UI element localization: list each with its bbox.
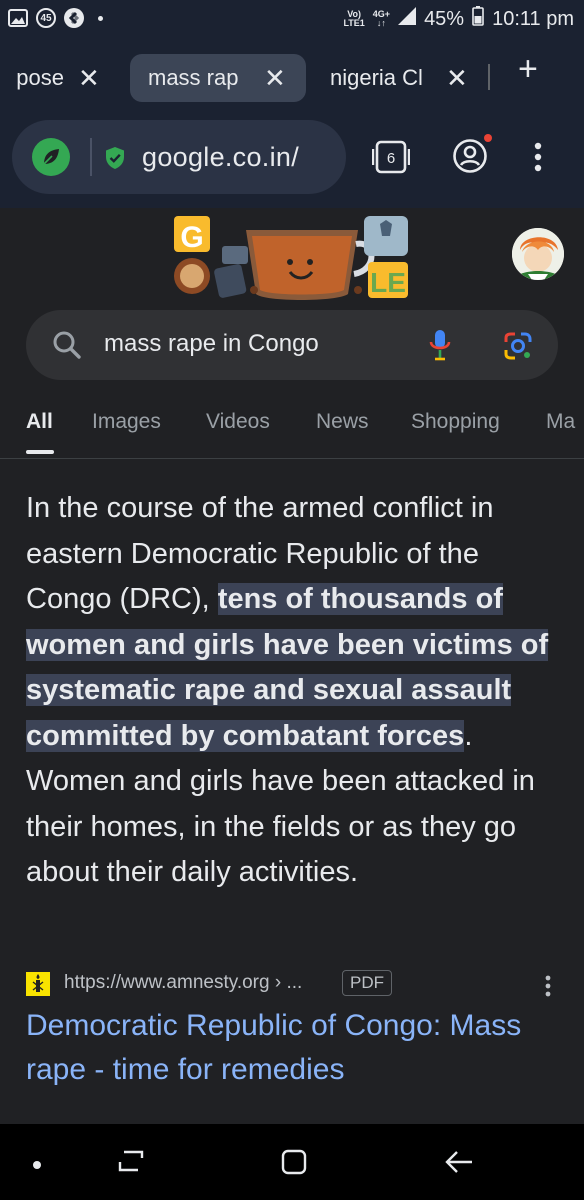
tab-videos[interactable]: Videos	[206, 410, 270, 434]
tab-divider	[488, 64, 490, 90]
system-navigation-bar	[0, 1124, 584, 1200]
active-tab-indicator	[26, 450, 54, 454]
shazam-icon	[64, 8, 84, 28]
leaf-icon[interactable]	[32, 138, 70, 176]
tab-title: nigeria Cl	[330, 65, 423, 90]
battery-icon	[472, 6, 484, 32]
notification-dot	[98, 15, 103, 21]
tab-shopping[interactable]: Shopping	[411, 410, 500, 434]
tab-count: 6	[387, 150, 395, 167]
pdf-badge: PDF	[342, 970, 392, 996]
tab-title: mass rap	[148, 65, 239, 90]
svg-text:G: G	[180, 221, 203, 254]
clock: 10:11 pm	[492, 7, 574, 30]
google-lens-icon[interactable]	[502, 330, 534, 367]
close-icon[interactable]: ✕	[446, 63, 468, 94]
back-icon[interactable]	[444, 1148, 474, 1181]
shield-check-icon[interactable]	[104, 146, 126, 175]
address-bar[interactable]: google.co.in/	[12, 120, 346, 194]
close-icon[interactable]: ✕	[264, 63, 286, 94]
tab-all[interactable]: All	[26, 410, 53, 434]
signal-icon	[398, 7, 417, 31]
lte-label: LTE1	[343, 18, 365, 28]
tab-images[interactable]: Images	[92, 410, 161, 434]
amnesty-candle-icon	[26, 972, 50, 996]
battery-percent: 45%	[424, 7, 465, 30]
result-source[interactable]: https://www.amnesty.org › ... PDF	[26, 970, 566, 1000]
gallery-icon	[8, 8, 28, 28]
tab-maps[interactable]: Ma	[546, 410, 575, 434]
featured-snippet: In the course of the armed conflict in e…	[26, 486, 566, 896]
search-input[interactable]: mass rape in Congo	[104, 330, 319, 358]
data-indicator: 4G+ ↓↑	[373, 10, 390, 28]
new-tab-button[interactable]: +	[518, 52, 538, 86]
address-divider	[90, 138, 92, 176]
dot-icon[interactable]	[32, 1157, 42, 1175]
status-bar: 45 Vo) LTE1 4G+ ↓↑ 45% 10:11 pm	[0, 0, 584, 40]
recents-icon[interactable]	[116, 1148, 146, 1181]
volte-indicator: Vo) LTE1	[343, 10, 364, 28]
tab-title: pose	[16, 65, 64, 90]
notification-count-badge: 45	[36, 8, 56, 28]
more-vert-icon[interactable]	[528, 138, 548, 178]
tab-item-active[interactable]: mass rap ✕	[130, 54, 306, 102]
search-bar[interactable]: mass rape in Congo	[26, 310, 558, 380]
home-icon[interactable]	[280, 1148, 308, 1181]
avatar[interactable]	[512, 228, 564, 280]
more-vert-icon[interactable]	[544, 974, 552, 1003]
microphone-icon[interactable]	[428, 328, 452, 367]
browser-toolbar: google.co.in/ 6	[0, 116, 584, 208]
search-filter-tabs: All Images Videos News Shopping Ma	[0, 400, 584, 459]
svg-text:LE: LE	[370, 267, 406, 298]
account-icon[interactable]	[452, 138, 488, 174]
data-arrows: ↓↑	[376, 18, 386, 28]
tab-switcher-button[interactable]: 6	[371, 138, 411, 176]
tab-item[interactable]: nigeria Cl ✕	[330, 54, 480, 102]
tab-news[interactable]: News	[316, 410, 369, 434]
update-notification-dot	[484, 134, 492, 142]
source-url[interactable]: https://www.amnesty.org › ...	[64, 972, 302, 994]
url-text[interactable]: google.co.in/	[142, 142, 299, 173]
close-icon[interactable]: ✕	[78, 63, 100, 94]
google-doodle[interactable]: G LE	[168, 210, 416, 306]
tab-item[interactable]: pose ✕	[0, 54, 112, 102]
result-title-link[interactable]: Democratic Republic of Congo: Mass rape …	[26, 1004, 546, 1092]
search-icon[interactable]	[52, 330, 82, 365]
